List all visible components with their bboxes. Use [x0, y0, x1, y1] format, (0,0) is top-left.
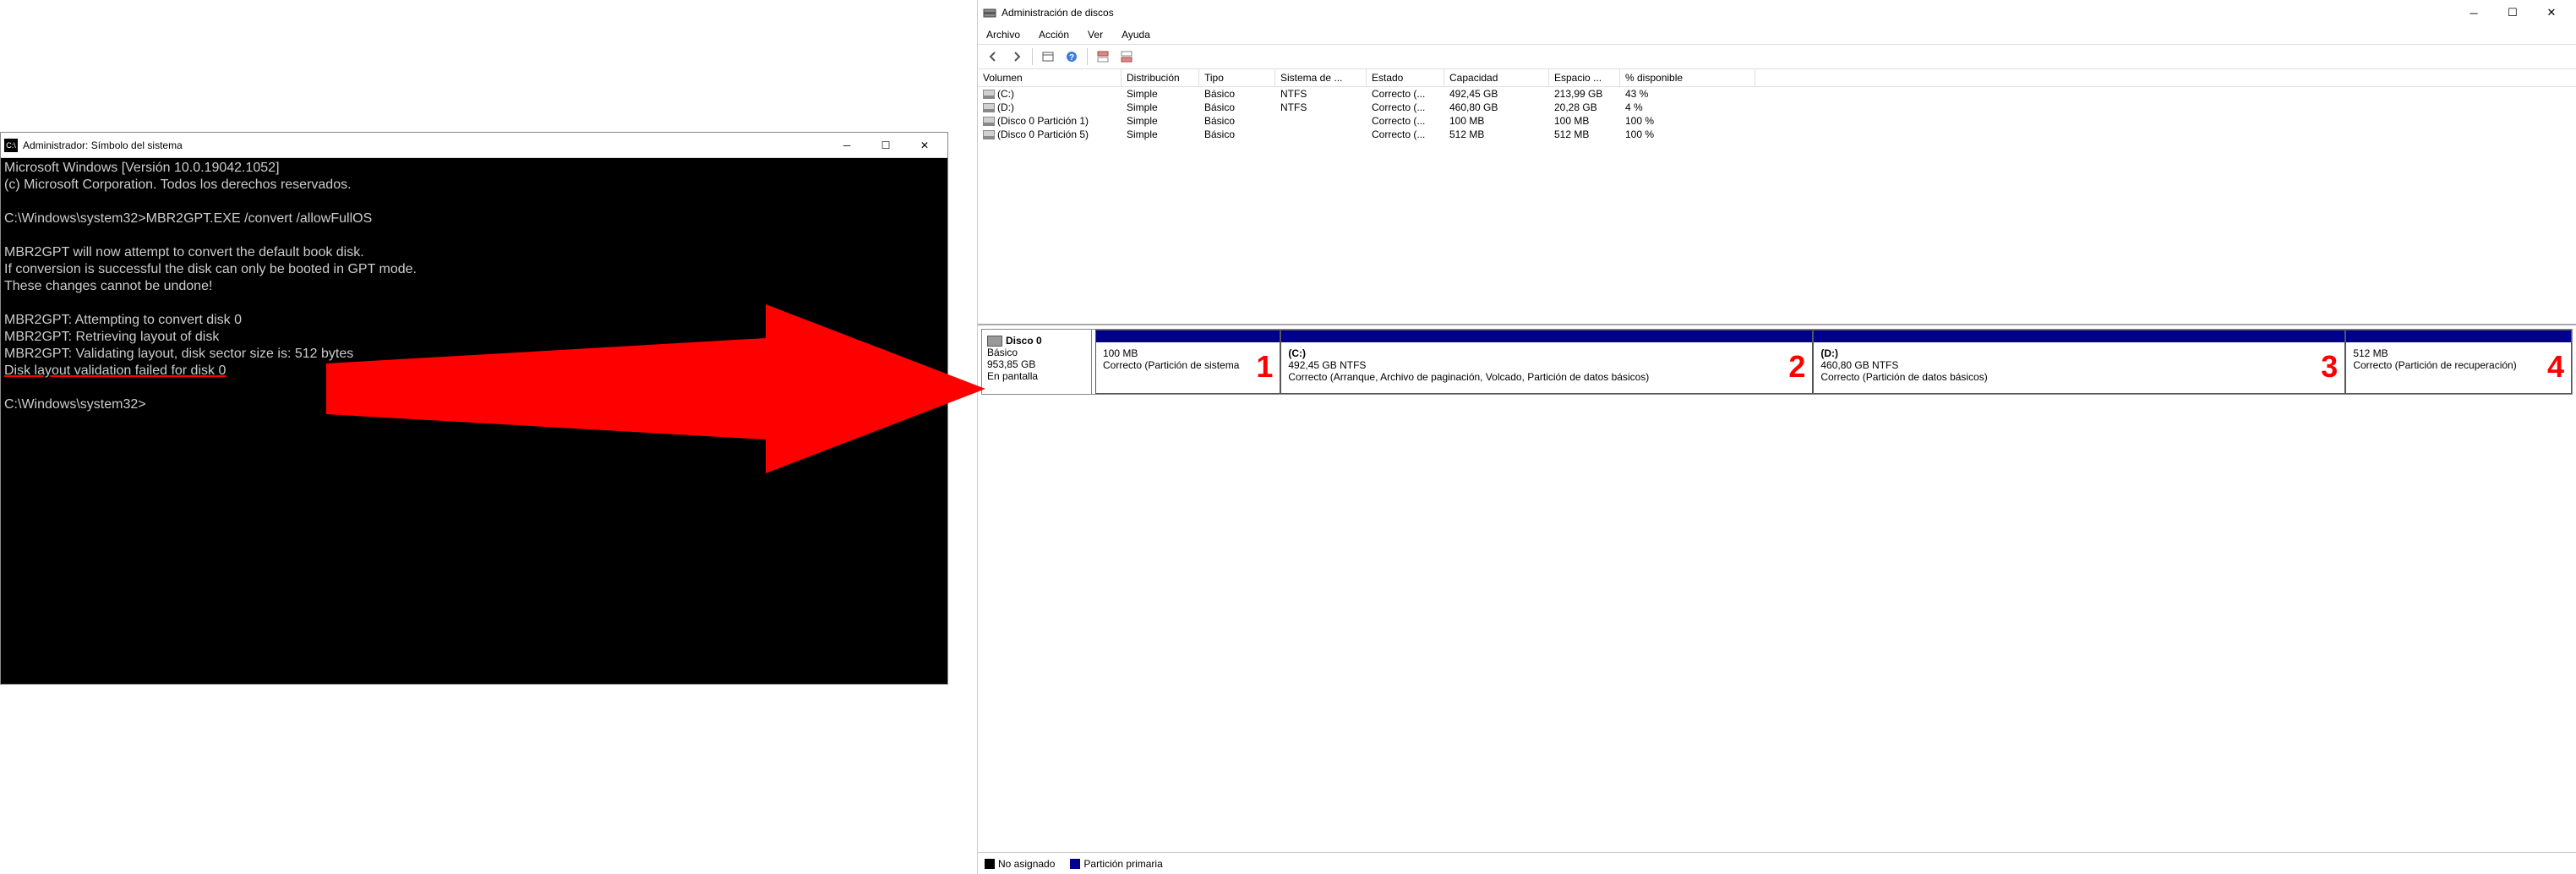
- view-bottom-button[interactable]: [1116, 46, 1137, 67]
- back-button[interactable]: [983, 46, 1003, 67]
- col-tipo[interactable]: Tipo: [1199, 69, 1275, 86]
- cmd-line: MBR2GPT: Retrieving layout of disk: [4, 330, 219, 344]
- partition[interactable]: 100 MBCorrecto (Partición de sistema1: [1095, 330, 1280, 394]
- dm-title: Administración de discos: [1001, 7, 2454, 19]
- disk-type: Básico: [987, 347, 1086, 358]
- menu-archivo[interactable]: Archivo: [983, 27, 1023, 42]
- maximize-button[interactable]: ☐: [866, 133, 905, 157]
- disk-size: 953,85 GB: [987, 358, 1086, 370]
- annotation-number: 4: [2547, 349, 2564, 385]
- col-disponible[interactable]: % disponible: [1620, 69, 1755, 86]
- legend: No asignado Partición primaria: [978, 852, 2576, 874]
- annotation-number: 1: [1256, 349, 1273, 385]
- disk-status: En pantalla: [987, 370, 1086, 382]
- view-top-button[interactable]: [1093, 46, 1113, 67]
- cmd-prompt: C:\Windows\system32>: [4, 397, 146, 412]
- menu-ver[interactable]: Ver: [1084, 27, 1106, 42]
- cmd-line: MBR2GPT: Attempting to convert disk 0: [4, 313, 242, 327]
- col-distribucion[interactable]: Distribución: [1122, 69, 1199, 86]
- minimize-button[interactable]: ─: [827, 133, 866, 157]
- volume-list-header: Volumen Distribución Tipo Sistema de ...…: [978, 69, 2576, 87]
- cmd-line: C:\Windows\system32>MBR2GPT.EXE /convert…: [4, 211, 372, 226]
- disk-info-box[interactable]: Disco 0 Básico 953,85 GB En pantalla: [982, 330, 1092, 394]
- volume-row[interactable]: (Disco 0 Partición 1)SimpleBásicoCorrect…: [978, 114, 2576, 128]
- partition[interactable]: 512 MBCorrecto (Partición de recuperació…: [2345, 330, 2572, 394]
- annotation-number: 2: [1788, 349, 1805, 385]
- cmd-line: If conversion is successful the disk can…: [4, 262, 417, 276]
- close-button[interactable]: ✕: [905, 133, 944, 157]
- list-empty-space: [978, 141, 2576, 324]
- annotation-arrow: [326, 304, 994, 473]
- partition[interactable]: (C:)492,45 GB NTFSCorrecto (Arranque, Ar…: [1280, 330, 1813, 394]
- menu-accion[interactable]: Acción: [1035, 27, 1072, 42]
- annotation-number: 3: [2321, 349, 2338, 385]
- partition[interactable]: (D:)460,80 GB NTFSCorrecto (Partición de…: [1813, 330, 2345, 394]
- cmd-window-controls: ─ ☐ ✕: [827, 133, 944, 157]
- col-espacio[interactable]: Espacio ...: [1549, 69, 1620, 86]
- col-sistema[interactable]: Sistema de ...: [1275, 69, 1367, 86]
- close-button[interactable]: ✕: [2532, 0, 2571, 25]
- cmd-line: These changes cannot be undone!: [4, 279, 212, 293]
- col-estado[interactable]: Estado: [1367, 69, 1444, 86]
- cmd-line: (c) Microsoft Corporation. Todos los der…: [4, 178, 352, 192]
- cmd-icon: C:\: [4, 139, 18, 152]
- maximize-button[interactable]: ☐: [2493, 0, 2532, 25]
- menu-ayuda[interactable]: Ayuda: [1118, 27, 1154, 42]
- disk-graphical-view[interactable]: Disco 0 Básico 953,85 GB En pantalla 100…: [978, 325, 2576, 398]
- volume-row[interactable]: (D:)SimpleBásicoNTFSCorrecto (...460,80 …: [978, 101, 2576, 114]
- legend-unallocated: No asignado: [985, 858, 1055, 870]
- cmd-line: MBR2GPT: Validating layout, disk sector …: [4, 347, 353, 361]
- cmd-title: Administrador: Símbolo del sistema: [23, 139, 827, 151]
- svg-text:?: ?: [1069, 53, 1074, 63]
- disk-mgmt-icon: [983, 6, 996, 19]
- cmd-line: Microsoft Windows [Versión 10.0.19042.10…: [4, 161, 280, 175]
- cmd-error-line: Disk layout validation failed for disk 0: [4, 363, 226, 378]
- separator: [1087, 48, 1088, 65]
- cmd-line: MBR2GPT will now attempt to convert the …: [4, 245, 364, 259]
- refresh-button[interactable]: [1038, 46, 1058, 67]
- dm-toolbar: ?: [978, 44, 2576, 69]
- forward-button[interactable]: [1007, 46, 1027, 67]
- help-button[interactable]: ?: [1062, 46, 1082, 67]
- dm-window-controls: ─ ☐ ✕: [2454, 0, 2571, 25]
- disk-name: Disco 0: [1006, 335, 1042, 347]
- legend-swatch-blue: [1070, 859, 1080, 869]
- dm-menubar: Archivo Acción Ver Ayuda: [978, 25, 2576, 44]
- separator: [1032, 48, 1033, 65]
- volume-row[interactable]: (C:)SimpleBásicoNTFSCorrecto (...492,45 …: [978, 87, 2576, 101]
- legend-swatch-black: [985, 859, 995, 869]
- volume-row[interactable]: (Disco 0 Partición 5)SimpleBásicoCorrect…: [978, 128, 2576, 141]
- disk-mgmt-window: Administración de discos ─ ☐ ✕ Archivo A…: [977, 0, 2576, 874]
- minimize-button[interactable]: ─: [2454, 0, 2493, 25]
- dm-titlebar[interactable]: Administración de discos ─ ☐ ✕: [978, 0, 2576, 25]
- col-capacidad[interactable]: Capacidad: [1444, 69, 1549, 86]
- legend-primary: Partición primaria: [1070, 858, 1162, 870]
- cmd-titlebar[interactable]: C:\ Administrador: Símbolo del sistema ─…: [1, 133, 947, 158]
- volume-list[interactable]: Volumen Distribución Tipo Sistema de ...…: [978, 69, 2576, 325]
- col-volumen[interactable]: Volumen: [978, 69, 1122, 86]
- disk-0-row: Disco 0 Básico 953,85 GB En pantalla 100…: [981, 329, 2573, 395]
